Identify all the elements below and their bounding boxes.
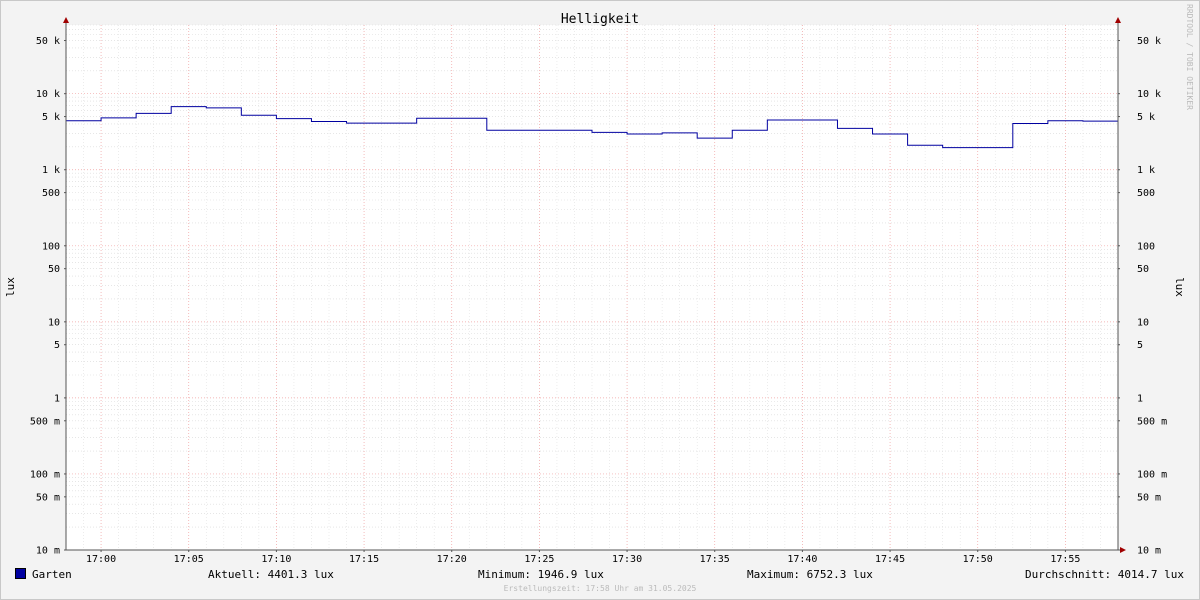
y-tick-label-right: 5 bbox=[1137, 340, 1143, 351]
y-tick-label-left: 10 m bbox=[36, 546, 60, 557]
x-tick-label: 17:10 bbox=[261, 554, 291, 565]
footer-timestamp: Erstellungszeit: 17:58 Uhr am 31.05.2025 bbox=[503, 584, 697, 593]
y-tick-label-left: 50 m bbox=[36, 492, 60, 503]
y-tick-label-right: 1 k bbox=[1137, 165, 1155, 176]
y-tick-label-left: 50 k bbox=[36, 36, 60, 47]
x-tick-label: 17:05 bbox=[174, 554, 204, 565]
y-tick-label-right: 500 bbox=[1137, 188, 1155, 199]
legend-current: Aktuell: 4401.3 lux bbox=[208, 568, 334, 581]
y-tick-label-left: 1 k bbox=[42, 165, 60, 176]
y-tick-label-left: 500 bbox=[42, 188, 60, 199]
x-tick-label: 17:00 bbox=[86, 554, 116, 565]
y-axis-label-right: lux bbox=[1173, 277, 1186, 297]
legend-minimum: Minimum: 1946.9 lux bbox=[478, 568, 604, 581]
x-tick-label: 17:25 bbox=[524, 554, 554, 565]
y-tick-label-left: 100 bbox=[42, 241, 60, 252]
x-axis-arrow bbox=[1120, 547, 1126, 553]
y-tick-label-right: 100 m bbox=[1137, 469, 1167, 480]
legend-series: Garten bbox=[15, 568, 72, 584]
y-tick-label-right: 50 bbox=[1137, 264, 1149, 275]
y-tick-label-left: 100 m bbox=[30, 469, 60, 480]
x-tick-label: 17:50 bbox=[963, 554, 993, 565]
y-tick-label-right: 100 bbox=[1137, 241, 1155, 252]
x-tick-label: 17:55 bbox=[1050, 554, 1080, 565]
y-tick-label-left: 1 bbox=[54, 393, 60, 404]
y-tick-label-left: 10 bbox=[48, 317, 60, 328]
y-tick-label-left: 5 bbox=[54, 340, 60, 351]
x-tick-label: 17:15 bbox=[349, 554, 379, 565]
legend-average: Durchschnitt: 4014.7 lux bbox=[1025, 568, 1184, 581]
y-axis-arrow-right bbox=[1115, 17, 1121, 23]
y-tick-label-right: 10 k bbox=[1137, 89, 1161, 100]
y-tick-label-left: 5 k bbox=[42, 112, 60, 123]
x-tick-label: 17:30 bbox=[612, 554, 642, 565]
watermark: RRDTOOL / TOBI OETIKER bbox=[1185, 4, 1194, 110]
x-tick-label: 17:45 bbox=[875, 554, 905, 565]
x-tick-label: 17:35 bbox=[700, 554, 730, 565]
x-tick-label: 17:20 bbox=[437, 554, 467, 565]
y-tick-label-right: 500 m bbox=[1137, 416, 1167, 427]
y-axis-label-left: lux bbox=[4, 277, 17, 297]
x-tick-label: 17:40 bbox=[787, 554, 817, 565]
y-tick-label-right: 50 m bbox=[1137, 492, 1161, 503]
legend-maximum: Maximum: 6752.3 lux bbox=[747, 568, 873, 581]
y-tick-label-right: 5 k bbox=[1137, 112, 1155, 123]
y-tick-label-right: 10 bbox=[1137, 317, 1149, 328]
y-tick-label-left: 50 bbox=[48, 264, 60, 275]
chart-title: Helligkeit bbox=[561, 12, 639, 27]
y-tick-label-left: 10 k bbox=[36, 89, 60, 100]
legend-series-name: Garten bbox=[32, 568, 72, 581]
y-tick-label-right: 1 bbox=[1137, 393, 1143, 404]
brightness-chart: 50 k 50 k 10 k 10 k 5 k 5 k 1 k 1 k 500 500 100 100… bbox=[4, 4, 1194, 565]
y-tick-label-right: 50 k bbox=[1137, 36, 1161, 47]
legend-swatch bbox=[15, 568, 26, 579]
y-tick-label-right: 10 m bbox=[1137, 546, 1161, 557]
y-axis-arrow-left bbox=[63, 17, 69, 23]
y-tick-label-left: 500 m bbox=[30, 416, 60, 427]
